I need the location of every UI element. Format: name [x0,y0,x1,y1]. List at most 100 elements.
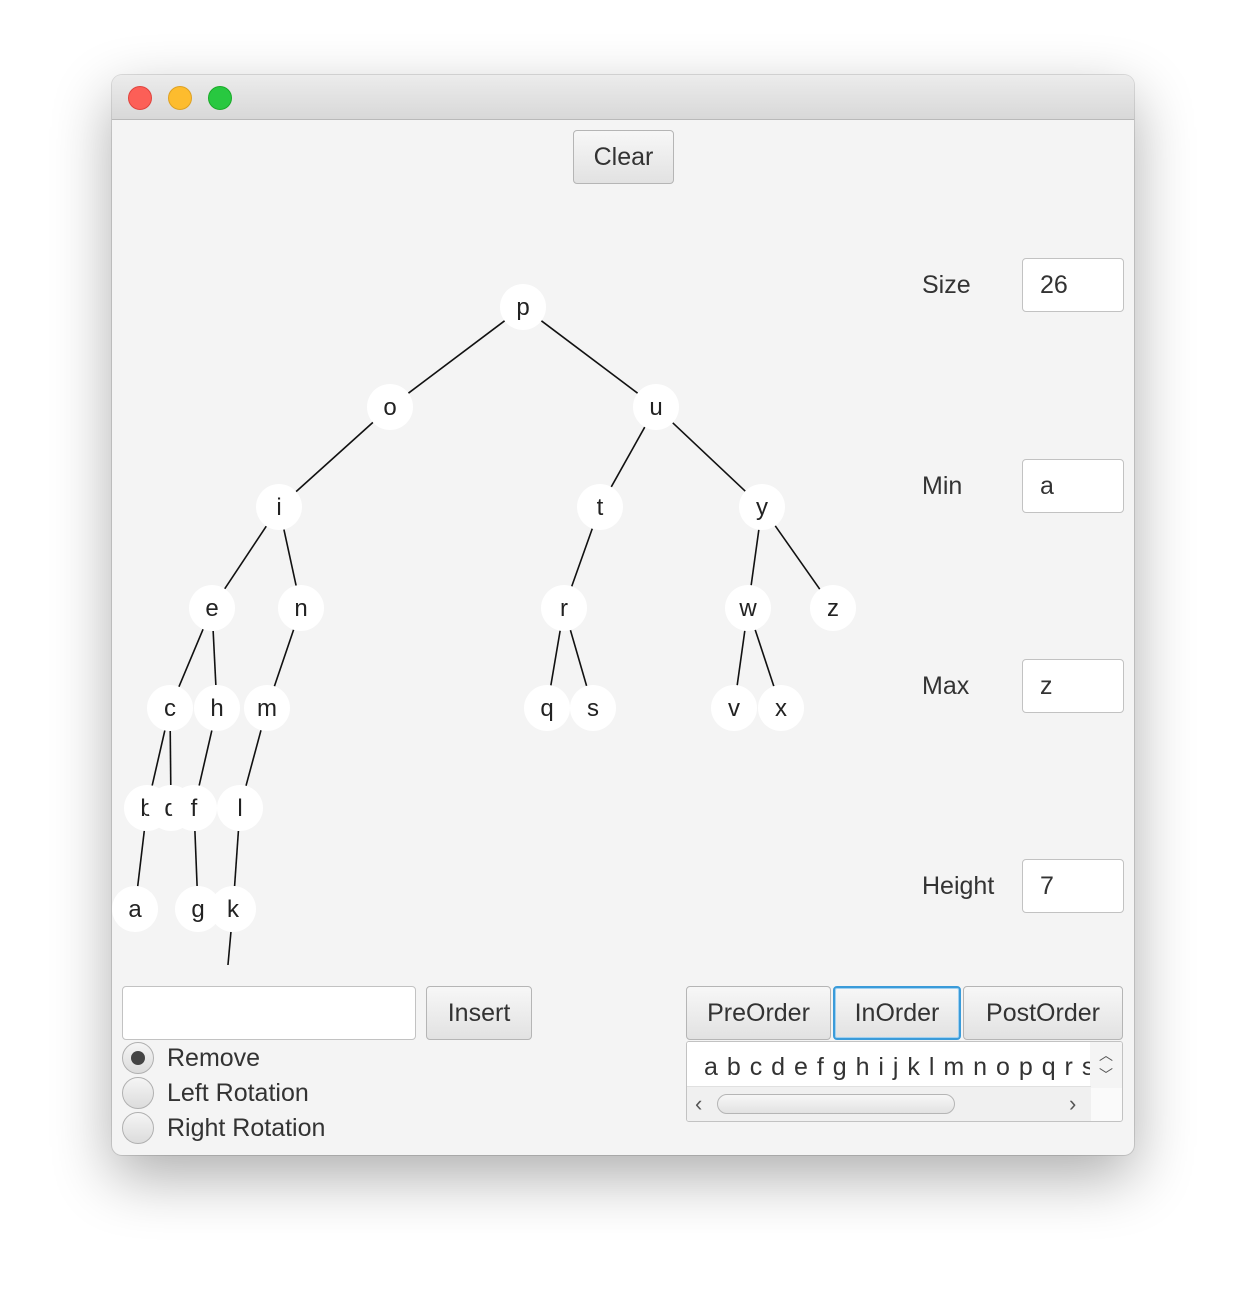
size-label: Size [922,271,971,299]
scroll-up-icon[interactable]: ︿ [1099,1045,1113,1065]
scrollbar-thumb[interactable] [717,1094,955,1114]
tree-node-label: h [210,695,223,722]
tree-edge-e-h [212,630,217,686]
tree-node-n[interactable]: n [278,585,324,631]
tree-node-label: e [205,595,218,622]
tree-node-q[interactable]: q [524,685,570,731]
remove-radio-option[interactable]: Remove [122,1041,260,1075]
traversal-output-area[interactable]: a b c d e f g h i j k l m n o p q r s t … [686,1041,1123,1122]
tree-edge-m-l [245,729,262,787]
tree-edge-w-x [754,629,775,687]
radio-button[interactable] [122,1112,154,1144]
tree-node-label: w [738,595,757,622]
height-field[interactable]: 7 [1022,859,1124,913]
tree-edge-b-a [136,830,146,887]
tree-edge-t-r [570,528,594,587]
tree-node-r[interactable]: r [541,585,587,631]
height-label: Height [922,872,995,900]
title-bar [112,75,1134,120]
preorder-button[interactable]: PreOrder [686,986,831,1040]
tree-edge-p-o [407,320,506,394]
radio-button[interactable] [122,1042,154,1074]
radio-label: Right Rotation [167,1113,326,1142]
tree-node-k[interactable]: k [210,886,256,932]
app-window: Clear pouityenrwzchmqsvxbdflagkj Size 26… [112,75,1134,1155]
tree-edge-n-m [273,629,295,687]
tree-node-l[interactable]: l [217,785,263,831]
tree-node-label: a [128,896,142,923]
minimize-window-button[interactable] [168,86,192,110]
traversal-result-text[interactable]: a b c d e f g h i j k l m n o p q r s t … [687,1042,1091,1088]
vertical-scrollbar[interactable]: ︿ ﹀ [1090,1042,1122,1088]
tree-node-i[interactable]: i [256,484,302,530]
tree-node-w[interactable]: w [725,585,771,631]
tree-node-label: l [237,795,242,822]
zoom-window-button[interactable] [208,86,232,110]
tree-edge-y-z [774,525,821,590]
tree-edge-w-v [736,630,746,686]
tree-node-h[interactable]: h [194,685,240,731]
tree-node-c[interactable]: c [147,685,193,731]
tree-node-a[interactable]: a [112,886,158,932]
tree-node-label: v [728,695,740,722]
tree-edge-i-e [224,525,267,590]
tree-node-v[interactable]: v [711,685,757,731]
tree-edge-u-t [610,426,646,488]
right-rotation-radio-option[interactable]: Right Rotation [122,1111,325,1145]
tree-node-y[interactable]: y [739,484,785,530]
tree-edge-r-q [550,630,561,686]
tree-node-label: f [191,795,198,822]
tree-node-label: y [756,494,768,521]
tree-node-u[interactable]: u [633,384,679,430]
tree-node-label: o [383,394,396,421]
tree-canvas: pouityenrwzchmqsvxbdflagkj [112,284,856,965]
close-window-button[interactable] [128,86,152,110]
tree-node-label: m [257,695,277,722]
max-field[interactable]: z [1022,659,1124,713]
tree-node-t[interactable]: t [577,484,623,530]
tree-edge-l-k [233,830,240,887]
tree-edge-h-f [198,730,213,786]
radio-label: Left Rotation [167,1078,309,1107]
tree-node-label: q [540,695,553,722]
tree-node-label: x [775,695,787,722]
max-label: Max [922,672,970,700]
tree-node-label: g [191,896,204,923]
tree-node-label: z [827,595,839,622]
tree-node-label: c [164,695,176,722]
clear-button[interactable]: Clear [573,130,674,184]
postorder-button[interactable]: PostOrder [963,986,1123,1040]
tree-node-label: p [516,294,529,321]
scroll-right-icon[interactable]: › [1069,1091,1076,1117]
tree-node-label: u [649,394,662,421]
tree-node-z[interactable]: z [810,585,856,631]
scroll-left-icon[interactable]: ‹ [695,1091,702,1117]
horizontal-scrollbar[interactable]: ‹ › [687,1086,1091,1121]
tree-edge-y-w [750,529,760,586]
tree-node-label: s [587,695,599,722]
radio-label: Remove [167,1043,261,1072]
tree-edge-p-u [540,320,639,394]
tree-node-label: n [294,595,307,622]
tree-edge-c-d [169,730,172,786]
tree-node-o[interactable]: o [367,384,413,430]
inorder-button[interactable]: InOrder [833,986,961,1040]
tree-node-label: r [560,595,568,622]
tree-node-f[interactable]: f [171,785,217,831]
insert-button[interactable]: Insert [426,986,532,1040]
radio-button[interactable] [122,1077,154,1109]
left-rotation-radio-option[interactable]: Left Rotation [122,1076,309,1110]
tree-edge-i-n [283,529,297,586]
min-field[interactable]: a [1022,459,1124,513]
min-label: Min [922,472,963,500]
size-field[interactable]: 26 [1022,258,1124,312]
tree-edge-f-g [194,830,198,887]
tree-node-e[interactable]: e [189,585,235,631]
tree-node-p[interactable]: p [500,284,546,330]
scroll-down-icon[interactable]: ﹀ [1099,1065,1113,1085]
key-input[interactable] [122,986,416,1040]
tree-node-s[interactable]: s [570,685,616,731]
tree-node-x[interactable]: x [758,685,804,731]
tree-edge-r-s [569,629,588,687]
tree-node-m[interactable]: m [244,685,290,731]
